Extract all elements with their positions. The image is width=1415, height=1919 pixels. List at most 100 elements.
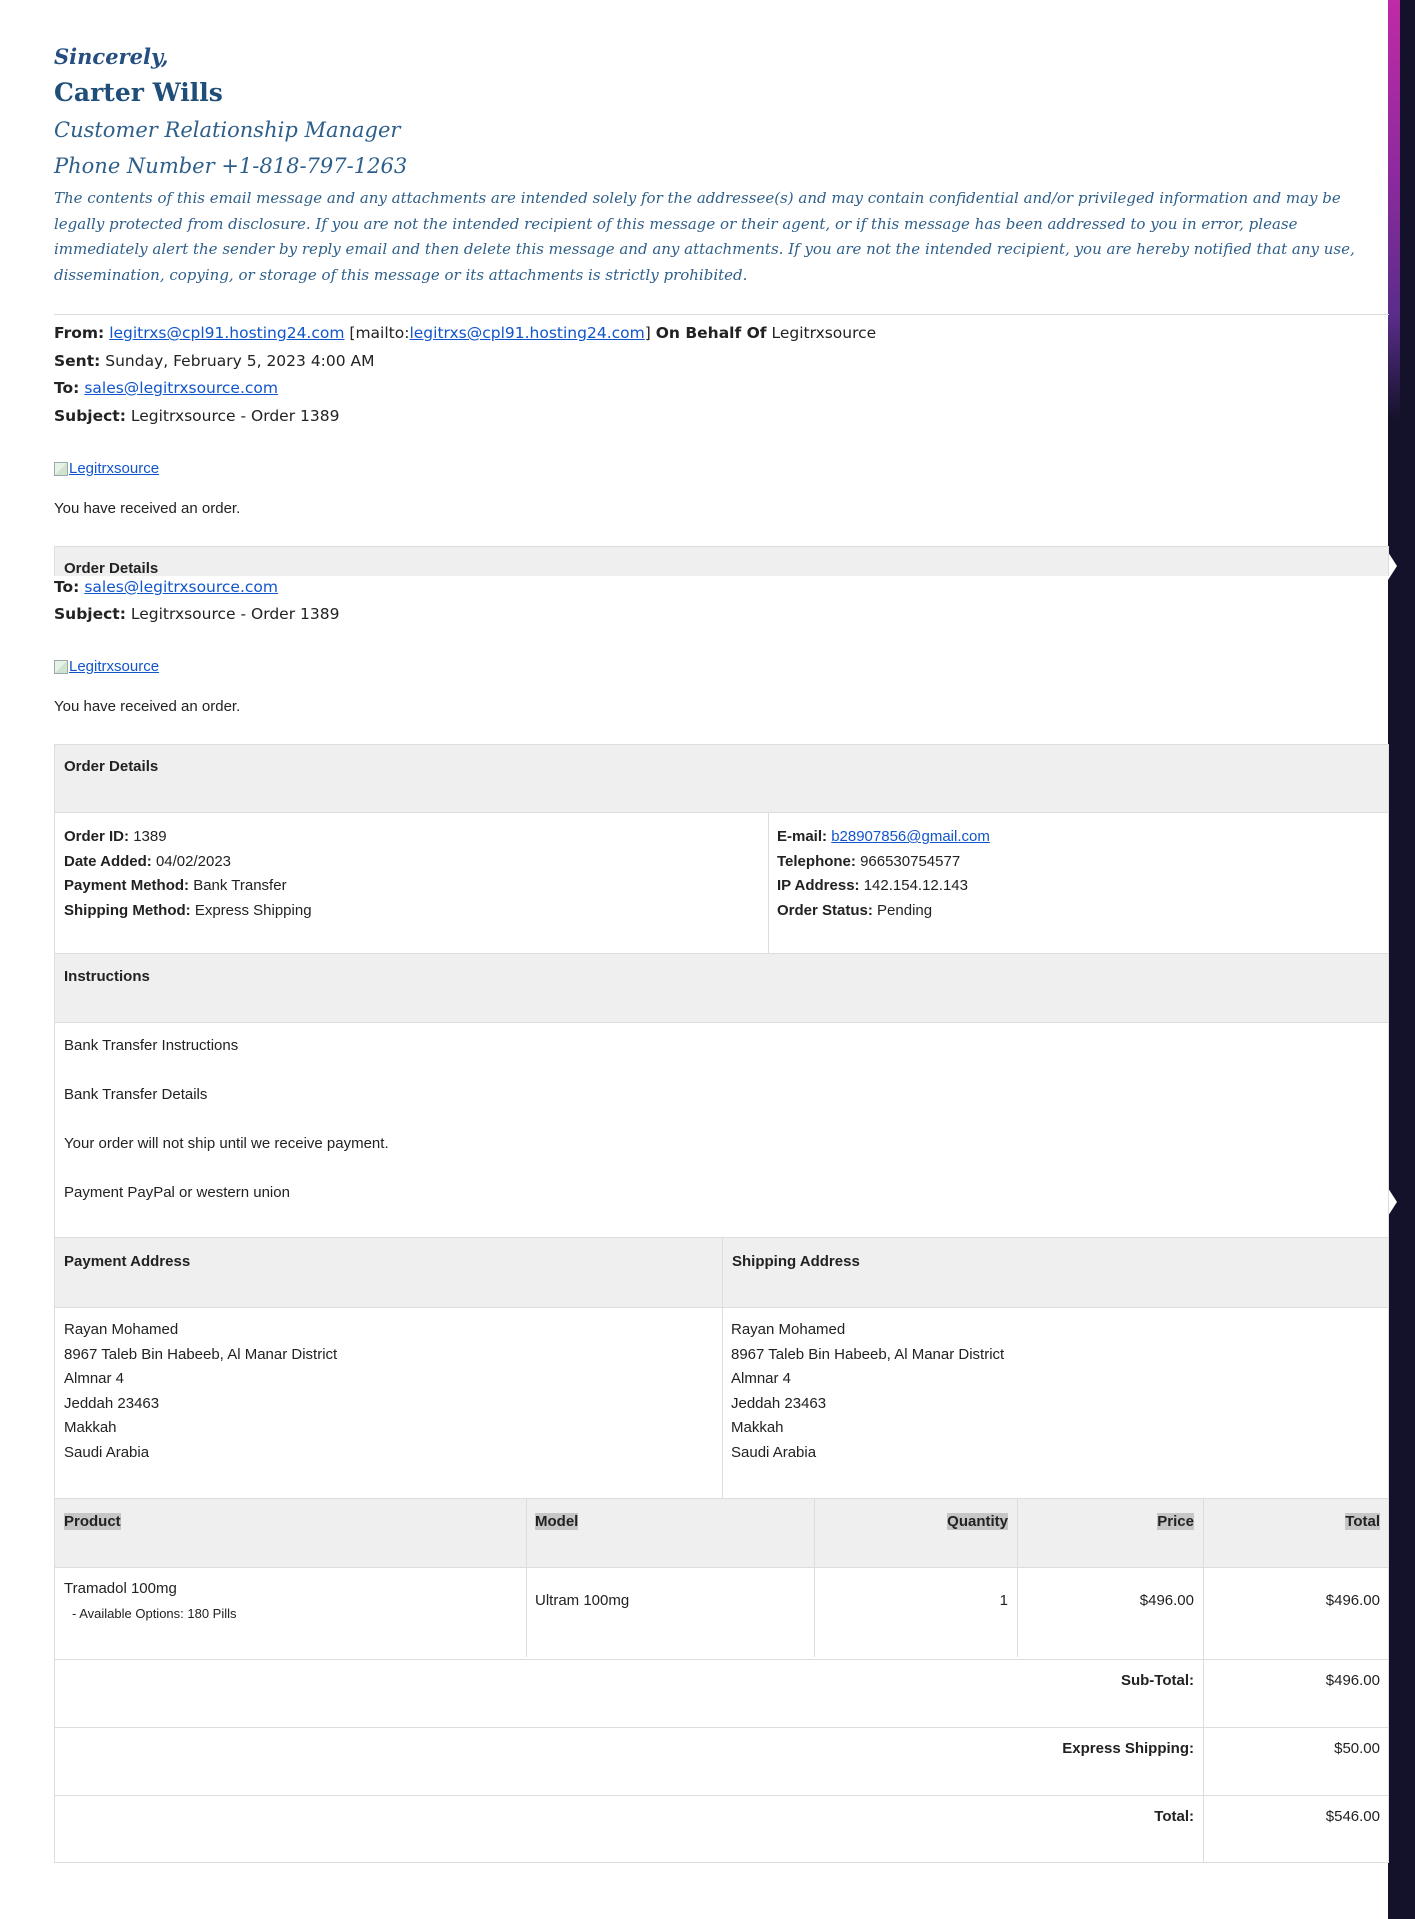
ip-label: IP Address: (777, 877, 860, 894)
model-column-header: Model (535, 1513, 579, 1530)
address-line: 8967 Taleb Bin Habeeb, Al Manar District (731, 1345, 1005, 1363)
price-column-header: Price (1157, 1513, 1194, 1530)
date-label: Date Added: (64, 852, 152, 870)
row-divider (55, 1727, 1388, 1728)
instructions-table: Instructions Bank Transfer Instructions … (54, 953, 1389, 1238)
divider (54, 314, 1389, 315)
col-divider (526, 1499, 527, 1657)
col-divider (722, 1238, 723, 1498)
edge-notch (1388, 552, 1397, 580)
instruction-line: Bank Transfer Instructions (64, 1037, 239, 1054)
shipping-method-value: Express Shipping (194, 901, 312, 919)
ip-value: 142.154.12.143 (863, 877, 968, 894)
instructions-header (55, 954, 1388, 1022)
address-line: Rayan Mohamed (64, 1321, 179, 1338)
instruction-line: Payment PayPal or western union (64, 1184, 290, 1201)
products-header (55, 1499, 1388, 1567)
address-line: Saudi Arabia (64, 1443, 150, 1461)
logo-image-link[interactable]: Legitrxsource (54, 658, 159, 675)
subtotal-value: $496.00 (1325, 1672, 1380, 1689)
instruction-line: Bank Transfer Details (64, 1086, 208, 1103)
logo-alt-text: Legitrxsource (69, 658, 160, 675)
to-address-link[interactable]: sales@legitrxsource.com (84, 578, 278, 596)
col-divider (768, 813, 769, 953)
signature-role: Customer Relationship Manager (54, 118, 401, 142)
col-divider (1203, 1499, 1204, 1862)
address-line: Almnar 4 (731, 1370, 792, 1387)
grand-total-value: $546.00 (1325, 1808, 1380, 1825)
order-details-table: Order Details Order ID: 1389 Date Added:… (54, 744, 1389, 954)
order-details-header (55, 745, 1388, 812)
address-line: Almnar 4 (64, 1370, 125, 1387)
payment-method-row: Payment Method: Bank Transfer (64, 874, 312, 899)
window-edge-glow (1388, 0, 1400, 420)
telephone-label: Telephone: (777, 852, 856, 870)
address-line: Jeddah 23463 (64, 1394, 160, 1412)
telephone-row: Telephone: 966530754577 (777, 850, 990, 875)
product-model: Ultram 100mg (535, 1592, 630, 1609)
signature-closing: Sincerely, (54, 44, 169, 69)
sent-value: Sunday, February 5, 2023 4:00 AM (105, 352, 375, 370)
shipping-address-title: Shipping Address (732, 1253, 860, 1270)
grand-total-label: Total: (1154, 1808, 1194, 1825)
email-from-line: From: legitrxs@cpl91.hosting24.com [mail… (54, 324, 876, 342)
to-label: To: (54, 578, 80, 596)
quantity-column-header: Quantity (947, 1513, 1008, 1530)
broken-image-icon (54, 659, 68, 674)
ip-row: IP Address: 142.154.12.143 (777, 874, 990, 899)
address-line: 8967 Taleb Bin Habeeb, Al Manar District (64, 1345, 338, 1363)
logo-image-link[interactable]: Legitrxsource (54, 460, 159, 477)
row-divider (55, 812, 1388, 813)
email-to-line: To: sales@legitrxsource.com (54, 578, 278, 596)
received-text: You have received an order. (54, 500, 241, 517)
received-text: You have received an order. (54, 698, 241, 715)
shipping-method-row: Shipping Method: Express Shipping (64, 899, 312, 924)
address-line: Rayan Mohamed (731, 1321, 846, 1338)
email-label: E-mail: (777, 828, 828, 845)
order-details-title: Order Details (64, 560, 159, 576)
subject-value: Legitrxsource - Order 1389 (130, 605, 340, 623)
address-line: Jeddah 23463 (731, 1394, 827, 1412)
email-row: E-mail: b28907856@gmail.com (777, 825, 990, 850)
email-to-line: To: sales@legitrxsource.com (54, 379, 278, 397)
email-subject-line: Subject: Legitrxsource - Order 1389 (54, 407, 339, 425)
order-id-row: Order ID: 1389 (64, 825, 312, 850)
payment-address: Rayan Mohamed 8967 Taleb Bin Habeeb, Al … (64, 1318, 337, 1465)
shipping-total-label: Express Shipping: (1062, 1740, 1194, 1757)
to-address-link[interactable]: sales@legitrxsource.com (84, 379, 278, 397)
signature-phone: Phone Number +1-818-797-1263 (54, 154, 408, 178)
date-row: Date Added: 04/02/2023 (64, 850, 312, 875)
to-label: To: (54, 379, 80, 397)
signature-disclaimer: The contents of this email message and a… (54, 189, 1355, 284)
address-line: Makkah (731, 1419, 784, 1436)
payment-method-label: Payment Method: (64, 877, 190, 894)
instruction-line: Your order will not ship until we receiv… (64, 1135, 389, 1152)
order-info-left: Order ID: 1389 Date Added: 04/02/2023 Pa… (64, 825, 312, 923)
sent-label: Sent: (54, 352, 101, 370)
email-subject-line: Subject: Legitrxsource - Order 1389 (54, 605, 339, 623)
order-id-label: Order ID: (64, 828, 130, 845)
broken-image-icon (54, 461, 68, 476)
subject-label: Subject: (54, 407, 126, 425)
shipping-total-value: $50.00 (1334, 1740, 1380, 1757)
window-edge (1388, 0, 1415, 1919)
product-option: - Available Options: 180 Pills (72, 1606, 237, 1621)
from-address-link[interactable]: legitrxs@cpl91.hosting24.com (109, 324, 344, 342)
subtotal-label: Sub-Total: (1120, 1672, 1194, 1689)
shipping-address: Rayan Mohamed 8967 Taleb Bin Habeeb, Al … (731, 1318, 1004, 1465)
product-price: $496.00 (1139, 1592, 1194, 1609)
order-info-right: E-mail: b28907856@gmail.com Telephone: 9… (777, 825, 990, 923)
mailto-link[interactable]: legitrxs@cpl91.hosting24.com (409, 324, 644, 342)
product-total: $496.00 (1325, 1592, 1380, 1609)
row-divider (55, 1659, 1388, 1660)
customer-email-link[interactable]: b28907856@gmail.com (831, 828, 990, 845)
email-sent-line: Sent: Sunday, February 5, 2023 4:00 AM (54, 352, 375, 370)
status-row: Order Status: Pending (777, 899, 990, 924)
shipping-method-label: Shipping Method: (64, 901, 191, 919)
total-column-header: Total (1345, 1513, 1380, 1530)
order-details-title: Order Details (64, 758, 159, 775)
product-column-header: Product (64, 1513, 121, 1530)
instructions-title: Instructions (64, 968, 150, 985)
mailto-close: ] (644, 324, 651, 342)
subject-label: Subject: (54, 605, 126, 623)
